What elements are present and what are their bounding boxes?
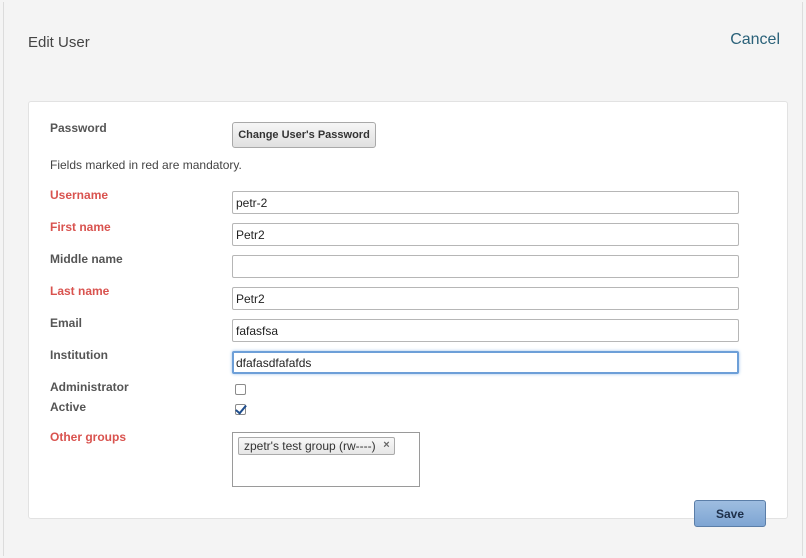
email-input[interactable] [232, 319, 739, 342]
email-label: Email [50, 316, 83, 330]
group-tag: zpetr's test group (rw----) × [238, 437, 395, 455]
administrator-label: Administrator [50, 380, 129, 394]
other-groups-select[interactable]: zpetr's test group (rw----) × [232, 432, 420, 487]
cancel-link[interactable]: Cancel [730, 31, 780, 49]
username-input[interactable] [232, 191, 739, 214]
mandatory-note: Fields marked in red are mandatory. [50, 158, 242, 172]
institution-label: Institution [50, 348, 108, 362]
first-name-input[interactable] [232, 223, 739, 246]
remove-group-icon[interactable]: × [383, 439, 389, 451]
edit-user-window: Edit User Cancel Password Change User's … [3, 2, 803, 556]
last-name-input[interactable] [232, 287, 739, 310]
first-name-label: First name [50, 220, 111, 234]
active-label: Active [50, 400, 87, 414]
edit-user-form: Password Change User's Password Fields m… [28, 101, 788, 527]
page-title: Edit User [28, 34, 90, 51]
save-button[interactable]: Save [694, 500, 766, 527]
middle-name-label: Middle name [50, 252, 123, 266]
middle-name-input[interactable] [232, 255, 739, 278]
last-name-label: Last name [50, 284, 110, 298]
change-password-button[interactable]: Change User's Password [232, 122, 376, 148]
institution-input[interactable] [232, 351, 739, 374]
other-groups-label: Other groups [50, 430, 127, 444]
username-label: Username [50, 188, 109, 202]
administrator-checkbox[interactable] [235, 384, 246, 395]
active-checkbox[interactable] [235, 404, 246, 415]
password-label: Password [50, 121, 107, 135]
group-tag-label: zpetr's test group (rw----) [244, 439, 376, 453]
